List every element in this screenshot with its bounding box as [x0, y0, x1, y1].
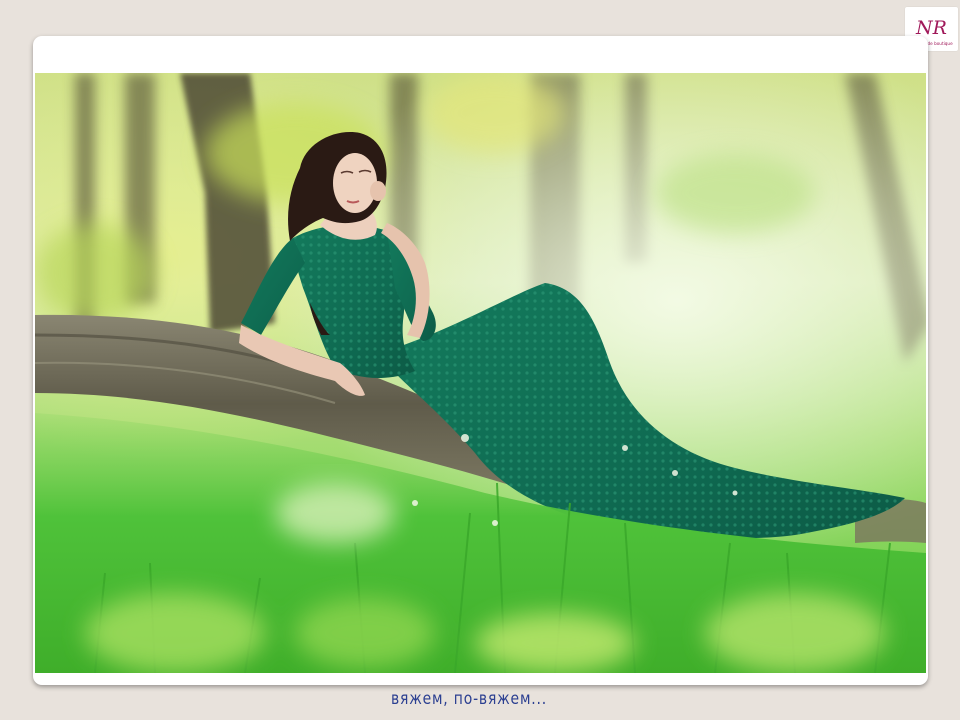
photo-illustration [35, 73, 926, 673]
caption-text: вяжем, по-вяжем... [390, 689, 548, 709]
photo-frame [33, 36, 928, 685]
forest-photo [35, 73, 926, 673]
